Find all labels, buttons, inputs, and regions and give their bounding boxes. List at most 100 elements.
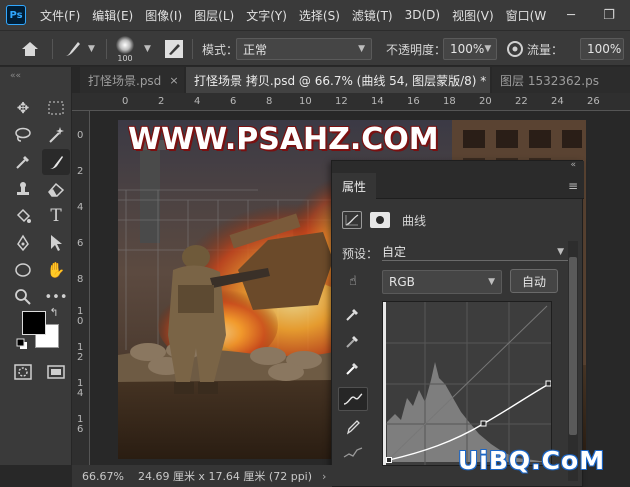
tab-properties[interactable]: 属性 [332, 173, 377, 199]
channel-value: RGB [389, 275, 415, 289]
collapse-panel-icon[interactable]: « [570, 160, 576, 170]
eraser-tool-icon[interactable] [42, 176, 70, 202]
foreground-color-swatch[interactable] [22, 311, 46, 335]
tab-label: 图层 1532362.ps [500, 73, 599, 88]
preset-value: 自定 [382, 245, 407, 259]
blend-mode-value: 正常 [243, 42, 268, 57]
menu-edit[interactable]: 编辑(E) [92, 7, 133, 24]
preset-dropdown[interactable]: 自定 ▼ [382, 243, 568, 261]
brush-tip-icon [116, 35, 134, 54]
path-selection-tool-icon[interactable] [42, 230, 70, 256]
layer-mask-icon[interactable] [370, 212, 390, 228]
black-point-eyedropper-icon[interactable] [338, 302, 368, 326]
status-bar: 66.67% 24.69 厘米 x 17.64 厘米 (72 ppi) › [72, 465, 332, 487]
curves-adjustment-icon[interactable] [342, 211, 362, 229]
brush-settings-icon[interactable] [164, 31, 184, 67]
photoshop-logo: Ps [6, 5, 26, 25]
paint-bucket-tool-icon[interactable] [9, 203, 37, 229]
zoom-tool-icon[interactable] [9, 284, 37, 310]
menu-layer[interactable]: 图层(L) [194, 7, 234, 24]
type-tool-icon[interactable]: T [42, 203, 70, 229]
gray-point-eyedropper-icon[interactable] [338, 329, 368, 353]
adjustment-type-row: 曲线 [342, 209, 426, 231]
chevron-down-icon: ▼ [488, 277, 495, 287]
brush-tool-preset-icon[interactable]: ▼ [62, 31, 95, 67]
properties-panel: « 属性 ≡ 曲线 预设： 自定 ▼ ☝ RGB ▼ 自动 [331, 160, 584, 487]
options-bar: ▼ 100 ▼ 模式： 正常 ▼ 不透明度： 100% ▼ 流量： 100% [0, 30, 630, 66]
restore-button[interactable]: ❐ [590, 0, 628, 30]
panel-collapse-icon[interactable]: «« [10, 71, 21, 81]
watermark-text: WWW.PSAHZ.COM [128, 122, 439, 157]
brush-tool-icon[interactable] [42, 149, 70, 175]
white-point-eyedropper-icon[interactable] [338, 356, 368, 380]
menu-image[interactable]: 图像(I) [145, 7, 182, 24]
menu-view[interactable]: 视图(V) [452, 7, 494, 24]
tools-panel: «« ✥ T ✋ ••• ↰ [0, 67, 72, 465]
chevron-down-icon[interactable]: ▼ [144, 44, 151, 54]
smooth-curve-icon[interactable] [338, 441, 368, 465]
horizontal-ruler[interactable]: 0 2 4 6 8 10 12 14 16 18 20 22 24 26 [72, 93, 630, 111]
lasso-tool-icon[interactable] [9, 122, 37, 148]
screen-mode-icon[interactable] [42, 359, 70, 385]
tab-document-3[interactable]: 图层 1532362.ps [492, 67, 630, 93]
hand-tool-icon[interactable]: ✋ [42, 257, 70, 283]
home-icon[interactable] [20, 31, 40, 67]
curve-point-white[interactable] [545, 380, 552, 387]
opacity-value: 100% [450, 42, 485, 56]
zoom-level[interactable]: 66.67% [82, 470, 124, 483]
preset-label: 预设： [342, 246, 379, 261]
status-menu-arrow[interactable]: › [322, 470, 326, 483]
chevron-down-icon: ▼ [484, 44, 492, 54]
chevron-down-icon: ▼ [557, 246, 564, 257]
brush-size-value: 100 [117, 53, 133, 63]
tab-document-1[interactable]: 打怪场景.psd × [80, 67, 184, 93]
auto-button[interactable]: 自动 [510, 269, 558, 293]
menu-bar: Ps 文件(F) 编辑(E) 图像(I) 图层(L) 文字(Y) 选择(S) 滤… [0, 0, 630, 30]
default-colors-icon[interactable] [15, 337, 29, 351]
menu-select[interactable]: 选择(S) [299, 7, 340, 24]
ellipse-tool-icon[interactable] [9, 257, 37, 283]
menu-3d[interactable]: 3D(D) [405, 8, 440, 22]
pencil-draw-icon[interactable] [338, 415, 368, 439]
curve-point-mid[interactable] [480, 420, 487, 427]
menu-window[interactable]: 窗口(W [506, 7, 547, 24]
curve-point-black[interactable] [386, 457, 392, 463]
opacity-label: 不透明度： [386, 42, 447, 57]
tab-document-2[interactable]: 打怪场景 拷贝.psd @ 66.7% (曲线 54, 图层蒙版/8) * × [186, 67, 490, 93]
flow-label: 流量： [527, 42, 564, 57]
panel-header: 属性 ≡ [332, 173, 584, 199]
chevron-down-icon: ▼ [358, 44, 365, 54]
site-watermark-logo: UiBQ.CoM [458, 446, 606, 475]
brush-size-picker[interactable]: 100 [116, 31, 134, 67]
on-image-adjust-icon[interactable]: ☝ [338, 269, 368, 293]
menu-file[interactable]: 文件(F) [40, 7, 80, 24]
marquee-tool-icon[interactable] [42, 95, 70, 121]
minimize-button[interactable]: ─ [552, 0, 590, 30]
panel-menu-icon[interactable]: ≡ [568, 179, 578, 193]
panel-top-strip: « [332, 160, 584, 173]
swap-colors-icon[interactable]: ↰ [44, 305, 64, 319]
close-icon[interactable]: × [169, 74, 178, 87]
curves-graph[interactable] [382, 301, 552, 466]
document-size: 24.69 厘米 x 17.64 厘米 (72 ppi) [137, 470, 313, 483]
panel-scrollbar-thumb[interactable] [569, 257, 577, 435]
pen-tool-icon[interactable] [9, 230, 37, 256]
move-tool-icon[interactable]: ✥ [9, 95, 37, 121]
quick-mask-icon[interactable] [9, 359, 37, 385]
menu-filter[interactable]: 滤镜(T) [352, 7, 393, 24]
flow-field[interactable]: 100% [580, 38, 624, 60]
menu-type[interactable]: 文字(Y) [246, 7, 287, 24]
blend-mode-dropdown[interactable]: 正常 ▼ [236, 38, 372, 60]
magic-wand-tool-icon[interactable] [42, 122, 70, 148]
pressure-opacity-icon[interactable] [506, 31, 524, 67]
document-tabs: 打怪场景.psd × 打怪场景 拷贝.psd @ 66.7% (曲线 54, 图… [72, 67, 630, 93]
chevron-down-icon: ▼ [88, 44, 95, 54]
opacity-field[interactable]: 100% ▼ [443, 38, 497, 60]
output-gradient [383, 302, 386, 465]
tab-label: 打怪场景 拷贝.psd @ 66.7% (曲线 54, 图层蒙版/8) * [194, 73, 487, 88]
channel-dropdown[interactable]: RGB ▼ [382, 270, 502, 294]
eyedropper-tool-icon[interactable] [9, 149, 37, 175]
vertical-ruler[interactable]: 0 2 4 6 8 1 0 1 2 1 4 1 6 [72, 111, 90, 465]
stamp-tool-icon[interactable] [9, 176, 37, 202]
curve-point-edit-icon[interactable] [338, 387, 368, 411]
